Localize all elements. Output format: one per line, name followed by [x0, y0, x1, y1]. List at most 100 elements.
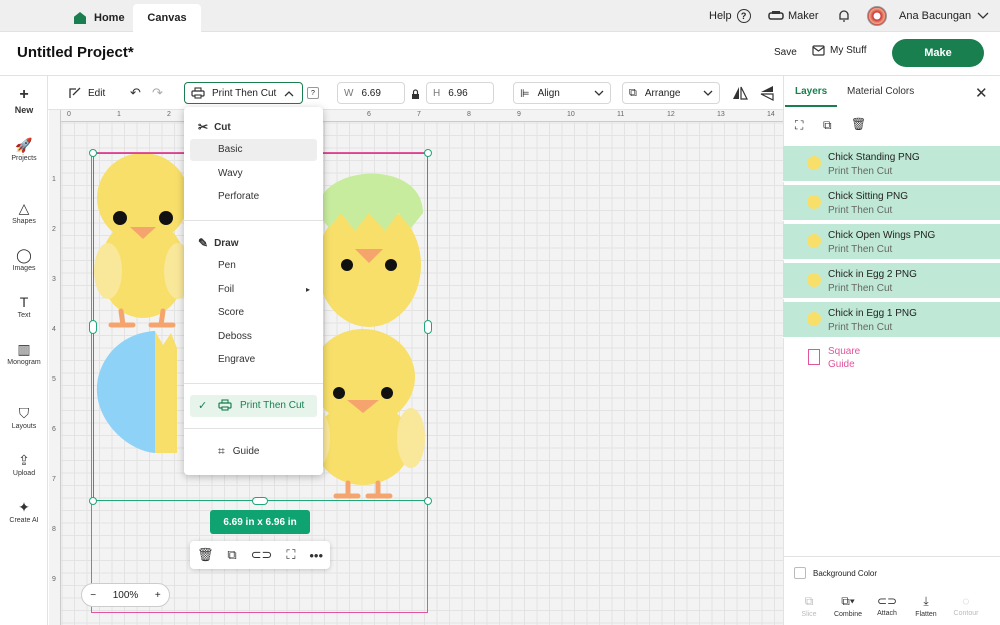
tab-canvas[interactable]: Canvas: [133, 4, 201, 32]
arrange-dropdown[interactable]: ⧉ Arrange: [622, 82, 720, 104]
edit-button[interactable]: Edit: [68, 86, 105, 100]
layer-row[interactable]: Chick Open Wings PNG Print Then Cut: [783, 224, 1000, 260]
trash-icon[interactable]: 🗑: [851, 117, 866, 131]
resize-handle-tl[interactable]: [89, 149, 97, 157]
sidebar-item-create-ai[interactable]: ✦ Create AI: [0, 500, 48, 524]
sidebar-item-monogram[interactable]: ▥ Monogram: [0, 342, 48, 366]
flip-vertical-icon[interactable]: [759, 85, 775, 106]
layer-operation: Print Then Cut: [828, 244, 893, 255]
sidebar-item-shapes[interactable]: △ Shapes: [0, 201, 48, 225]
menu-item-perforate[interactable]: Perforate: [218, 191, 259, 202]
more-icon[interactable]: •••: [309, 548, 323, 563]
operation-dropdown: ✂ Cut Basic Wavy Perforate ✎ Draw Pen Foil…: [184, 107, 323, 475]
duplicate-icon[interactable]: ⧉: [227, 547, 236, 563]
menu-item-print-then-cut[interactable]: Print Then Cut: [218, 399, 304, 411]
contour-button[interactable]: ◌ Contour: [946, 594, 986, 617]
sidebar-item-upload[interactable]: ⇪ Upload: [0, 453, 48, 477]
sidebar-item-label: Shapes: [12, 218, 36, 225]
zoom-out-button[interactable]: −: [90, 590, 96, 601]
lock-icon[interactable]: [411, 87, 420, 105]
my-stuff-button[interactable]: My Stuff: [812, 45, 867, 56]
height-field[interactable]: H 6.96: [426, 82, 494, 104]
sparkle-icon: ✦: [18, 499, 30, 515]
sidebar-item-text[interactable]: T Text: [0, 295, 48, 319]
resize-handle-tr[interactable]: [424, 149, 432, 157]
group-icon[interactable]: ⛶: [795, 118, 803, 133]
layer-row[interactable]: Chick in Egg 1 PNG Print Then Cut: [783, 302, 1000, 338]
menu-item-pen[interactable]: Pen: [218, 260, 236, 271]
sidebar-item-label: Layouts: [11, 423, 37, 430]
ruler-tick-label: 10: [567, 111, 575, 118]
layer-row[interactable]: Chick in Egg 2 PNG Print Then Cut: [783, 263, 1000, 299]
sidebar-item-label: Projects: [11, 155, 37, 162]
user-menu[interactable]: Ana Bacungan: [867, 0, 989, 32]
edit-icon: [69, 87, 81, 98]
slice-label: Slice: [801, 611, 817, 618]
make-button[interactable]: Make: [892, 39, 984, 67]
menu-item-guide[interactable]: ⌗ Guide: [218, 444, 259, 459]
combine-icon: ⧉▾: [841, 594, 855, 608]
ruler-tick-label: 8: [52, 526, 56, 533]
sidebar-item-label: Upload: [12, 470, 36, 477]
align-dropdown[interactable]: ⊫ Align: [513, 82, 611, 104]
ruler-tick-label: 5: [52, 376, 56, 383]
tab-home[interactable]: Home: [62, 4, 137, 32]
ruler-tick-label: 6: [52, 426, 56, 433]
menu-item-label: Print Then Cut: [240, 399, 305, 411]
operation-help-icon[interactable]: ?: [307, 87, 319, 99]
attach-icon[interactable]: ⊂⊃: [251, 547, 273, 563]
guide-layer-name[interactable]: Square: [828, 346, 860, 357]
redo-icon[interactable]: ↷: [152, 85, 163, 101]
resize-handle-left[interactable]: [89, 320, 97, 334]
slice-button[interactable]: ⧉ Slice: [789, 594, 829, 618]
upload-icon: ⇪: [18, 452, 30, 468]
height-value: 6.96: [448, 87, 468, 99]
sidebar-item-new[interactable]: + New: [0, 87, 48, 116]
group-icon[interactable]: ⛶: [286, 547, 295, 563]
tab-material-colors[interactable]: Material Colors: [847, 86, 914, 97]
attach-button[interactable]: ⊂⊃ Attach: [867, 594, 907, 617]
maker-button[interactable]: Maker: [768, 0, 819, 32]
resize-handle-right[interactable]: [424, 320, 432, 334]
sidebar-item-label: Monogram: [7, 359, 41, 366]
duplicate-icon[interactable]: ⧉: [823, 118, 832, 133]
menu-item-deboss[interactable]: Deboss: [218, 331, 252, 342]
help-button[interactable]: Help ?: [709, 0, 751, 32]
page-title[interactable]: Untitled Project*: [17, 44, 134, 61]
height-label: H: [433, 87, 441, 99]
close-icon[interactable]: ✕: [975, 84, 988, 102]
menu-item-basic[interactable]: Basic: [218, 144, 242, 155]
combine-button[interactable]: ⧉▾ Combine: [828, 594, 868, 618]
layer-name: Chick in Egg 1 PNG: [828, 308, 917, 319]
zoom-in-button[interactable]: +: [155, 590, 161, 601]
layer-row[interactable]: Chick Standing PNG Print Then Cut: [783, 146, 1000, 182]
ruler-tick-label: 6: [367, 111, 371, 118]
resize-handle-bottom[interactable]: [252, 497, 268, 505]
background-color-checkbox[interactable]: [794, 567, 806, 579]
zoom-value: 100%: [112, 589, 139, 601]
tab-layers[interactable]: Layers: [795, 86, 827, 97]
menu-item-wavy[interactable]: Wavy: [218, 168, 243, 179]
resize-handle-br[interactable]: [424, 497, 432, 505]
menu-item-engrave[interactable]: Engrave: [218, 354, 255, 365]
notifications-button[interactable]: [837, 0, 851, 32]
sidebar-item-images[interactable]: ◯ Images: [0, 248, 48, 272]
save-button[interactable]: Save: [774, 47, 797, 58]
width-field[interactable]: W 6.69: [337, 82, 405, 104]
avatar: [867, 6, 887, 26]
trash-icon[interactable]: 🗑: [197, 547, 214, 563]
flip-horizontal-icon[interactable]: [732, 85, 748, 106]
menu-item-score[interactable]: Score: [218, 307, 244, 318]
slice-icon: ⧉: [804, 594, 814, 608]
resize-handle-bl[interactable]: [89, 497, 97, 505]
flatten-button[interactable]: ⤓ Flatten: [906, 594, 946, 618]
draw-heading: ✎ Draw: [198, 236, 239, 250]
chevron-down-icon: [703, 90, 713, 96]
operation-select[interactable]: Print Then Cut: [184, 82, 303, 104]
sidebar-item-layouts[interactable]: ⛉ Layouts: [0, 406, 48, 430]
undo-icon[interactable]: ↶: [130, 85, 141, 101]
layer-row[interactable]: Chick Sitting PNG Print Then Cut: [783, 185, 1000, 221]
sidebar-item-projects[interactable]: 🚀 Projects: [0, 138, 48, 162]
menu-item-foil[interactable]: Foil: [218, 284, 234, 295]
help-label: Help: [709, 10, 732, 22]
